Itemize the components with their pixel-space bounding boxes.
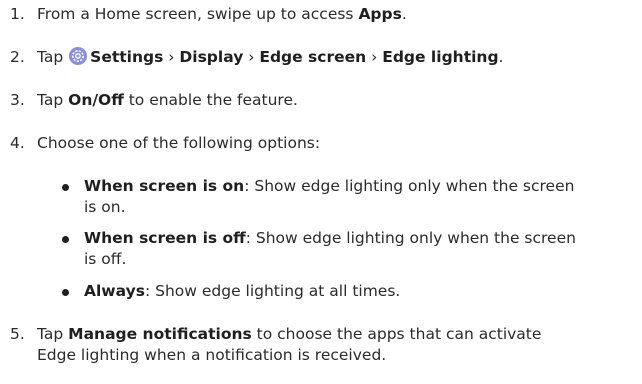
bullet-dot [62,236,69,243]
option-description: : Show edge lighting at all times. [144,282,401,300]
option-description-line2: is off. [84,250,127,268]
step-text: Tap Manage notifications to choose the a… [37,324,637,366]
step-number: 5. [10,325,25,343]
instructions-page: 1. From a Home screen, swipe up to acces… [0,0,642,384]
step-number: 1. [10,5,25,23]
settings-gear-icon [69,47,88,65]
apps-term: Apps [358,5,402,23]
step-1-before: From a Home screen, swipe up to access [37,5,359,23]
edge-lighting-term: Edge lighting [382,48,499,66]
separator: › [366,48,383,66]
step-text: Choose one of the following options: [37,134,321,152]
bullet-dot [62,289,69,296]
step-2-tap: Tap [37,48,69,66]
display-term: Display [179,48,244,66]
option-description: : Show edge lighting only when the scree… [244,177,575,195]
bullet-dot [62,184,69,191]
step-2-after: . [498,48,504,66]
option-term: Always [84,282,145,300]
step-number: 2. [10,48,25,66]
manage-notifications-term: Manage notifications [68,325,252,343]
separator: › [163,48,180,66]
option-text: When screen is off: Show edge lighting o… [84,228,640,270]
step-5-line2: Edge lighting when a notification is rec… [37,346,387,364]
step-3-after: to enable the feature. [123,91,298,109]
option-description: : Show edge lighting only when the scree… [245,229,576,247]
separator: › [243,48,260,66]
step-text: Tap Settings › Display › Edge screen › E… [37,47,637,68]
option-term: When screen is off [84,229,246,247]
step-text: From a Home screen, swipe up to access A… [37,4,637,25]
option-term: When screen is on [84,177,245,195]
step-5-after: to choose the apps that can activate [251,325,542,343]
step-number: 4. [10,134,25,152]
edge-screen-term: Edge screen [259,48,367,66]
step-5-before: Tap [37,325,69,343]
option-text: When screen is on: Show edge lighting on… [84,176,640,218]
on-off-term: On/Off [68,91,124,109]
option-description-line2: is on. [84,198,126,216]
step-text: Tap On/Off to enable the feature. [37,90,637,111]
settings-term: Settings [90,48,164,66]
step-3-before: Tap [37,91,69,109]
step-number: 3. [10,91,25,109]
option-text: Always: Show edge lighting at all times. [84,281,640,302]
step-1-after: . [401,5,407,23]
